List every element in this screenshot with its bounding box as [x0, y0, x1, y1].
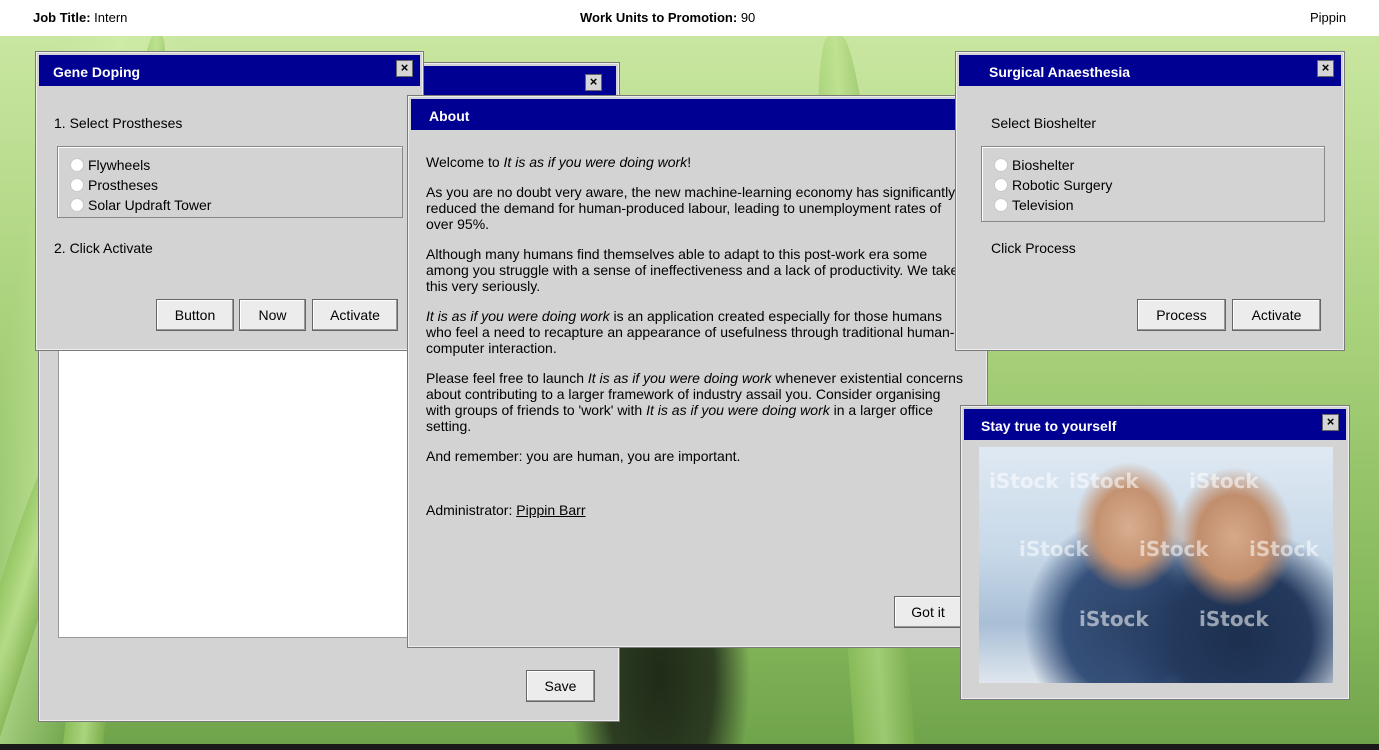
work-units-label: Work Units to Promotion:	[580, 10, 738, 25]
activate-button[interactable]: Activate	[312, 299, 398, 331]
option-television[interactable]: Television	[994, 195, 1073, 215]
top-status-bar: Job Title: Intern Work Units to Promotio…	[0, 0, 1379, 36]
watermark: iStock	[1199, 607, 1269, 631]
option-label: Prostheses	[88, 177, 159, 193]
desktop-bottom-edge	[0, 744, 1379, 750]
options-group: Bioshelter Robotic Surgery Television	[981, 146, 1325, 222]
radio-button[interactable]	[70, 158, 84, 172]
stay-true-titlebar[interactable]: Stay true to yourself	[964, 409, 1346, 440]
radio-button[interactable]	[994, 158, 1008, 172]
about-window[interactable]: About Welcome to It is as if you were do…	[407, 95, 988, 648]
now-button[interactable]: Now	[239, 299, 306, 331]
about-paragraph-1: As you are no doubt very aware, the new …	[426, 184, 956, 232]
option-label: Solar Updraft Tower	[88, 197, 212, 213]
close-icon[interactable]: ×	[1322, 414, 1339, 431]
option-solar-updraft-tower[interactable]: Solar Updraft Tower	[70, 195, 211, 215]
button-button[interactable]: Button	[156, 299, 234, 331]
close-icon[interactable]: ×	[585, 74, 602, 91]
stay-true-window[interactable]: Stay true to yourself × iStock iStock iS…	[960, 405, 1350, 700]
administrator-line: Administrator: Pippin Barr	[426, 502, 586, 518]
close-icon[interactable]: ×	[1317, 60, 1334, 77]
watermark: iStock	[1249, 537, 1319, 561]
step-1-label: Select Bioshelter	[991, 115, 1097, 131]
option-label: Flywheels	[88, 157, 151, 173]
save-button[interactable]: Save	[526, 670, 595, 702]
job-title-value: Intern	[94, 10, 128, 25]
about-text: Welcome to It is as if you were doing wo…	[426, 154, 966, 532]
about-paragraph-3: It is as if you were doing work is an ap…	[426, 308, 955, 356]
options-group: Flywheels Prostheses Solar Updraft Tower	[57, 146, 403, 218]
stock-photo: iStock iStock iStock iStock iStock iStoc…	[979, 447, 1333, 683]
surgical-anaesthesia-window[interactable]: Surgical Anaesthesia × Select Bioshelter…	[955, 51, 1345, 351]
watermark: iStock	[1139, 537, 1209, 561]
activate-button[interactable]: Activate	[1232, 299, 1321, 331]
radio-button[interactable]	[70, 198, 84, 212]
step-2-label: 2. Click Activate	[54, 240, 153, 256]
radio-button[interactable]	[994, 178, 1008, 192]
about-paragraph-2: Although many humans find themselves abl…	[426, 246, 959, 294]
job-title-label: Job Title:	[33, 10, 91, 25]
watermark: iStock	[1189, 469, 1259, 493]
gene-doping-titlebar[interactable]: Gene Doping	[39, 55, 420, 86]
watermark: iStock	[1069, 469, 1139, 493]
step-2-label: Click Process	[991, 240, 1076, 256]
radio-button[interactable]	[994, 198, 1008, 212]
option-flywheels[interactable]: Flywheels	[70, 155, 150, 175]
option-robotic-surgery[interactable]: Robotic Surgery	[994, 175, 1112, 195]
username[interactable]: Pippin	[1310, 10, 1346, 25]
about-paragraph-4: Please feel free to launch It is as if y…	[426, 370, 963, 434]
option-label: Television	[1012, 197, 1074, 213]
watermark: iStock	[989, 469, 1059, 493]
watermark: iStock	[1079, 607, 1149, 631]
about-titlebar[interactable]: About	[411, 99, 984, 130]
gene-doping-window[interactable]: Gene Doping × 1. Select Prostheses Flywh…	[35, 51, 424, 351]
option-bioshelter[interactable]: Bioshelter	[994, 155, 1074, 175]
got-it-button[interactable]: Got it	[894, 596, 962, 628]
about-paragraph-5: And remember: you are human, you are imp…	[426, 448, 741, 464]
job-title: Job Title: Intern	[33, 10, 127, 25]
step-1-label: 1. Select Prostheses	[54, 115, 183, 131]
watermark: iStock	[1019, 537, 1089, 561]
work-units: Work Units to Promotion: 90	[580, 10, 755, 25]
option-label: Bioshelter	[1012, 157, 1075, 173]
process-button[interactable]: Process	[1137, 299, 1226, 331]
option-label: Robotic Surgery	[1012, 177, 1113, 193]
welcome-text: Welcome to It is as if you were doing wo…	[426, 154, 692, 170]
option-prostheses[interactable]: Prostheses	[70, 175, 158, 195]
administrator-link[interactable]: Pippin Barr	[516, 502, 585, 518]
radio-button[interactable]	[70, 178, 84, 192]
close-icon[interactable]: ×	[396, 60, 413, 77]
work-units-value: 90	[740, 10, 756, 25]
surgical-titlebar[interactable]: Surgical Anaesthesia	[959, 55, 1341, 86]
